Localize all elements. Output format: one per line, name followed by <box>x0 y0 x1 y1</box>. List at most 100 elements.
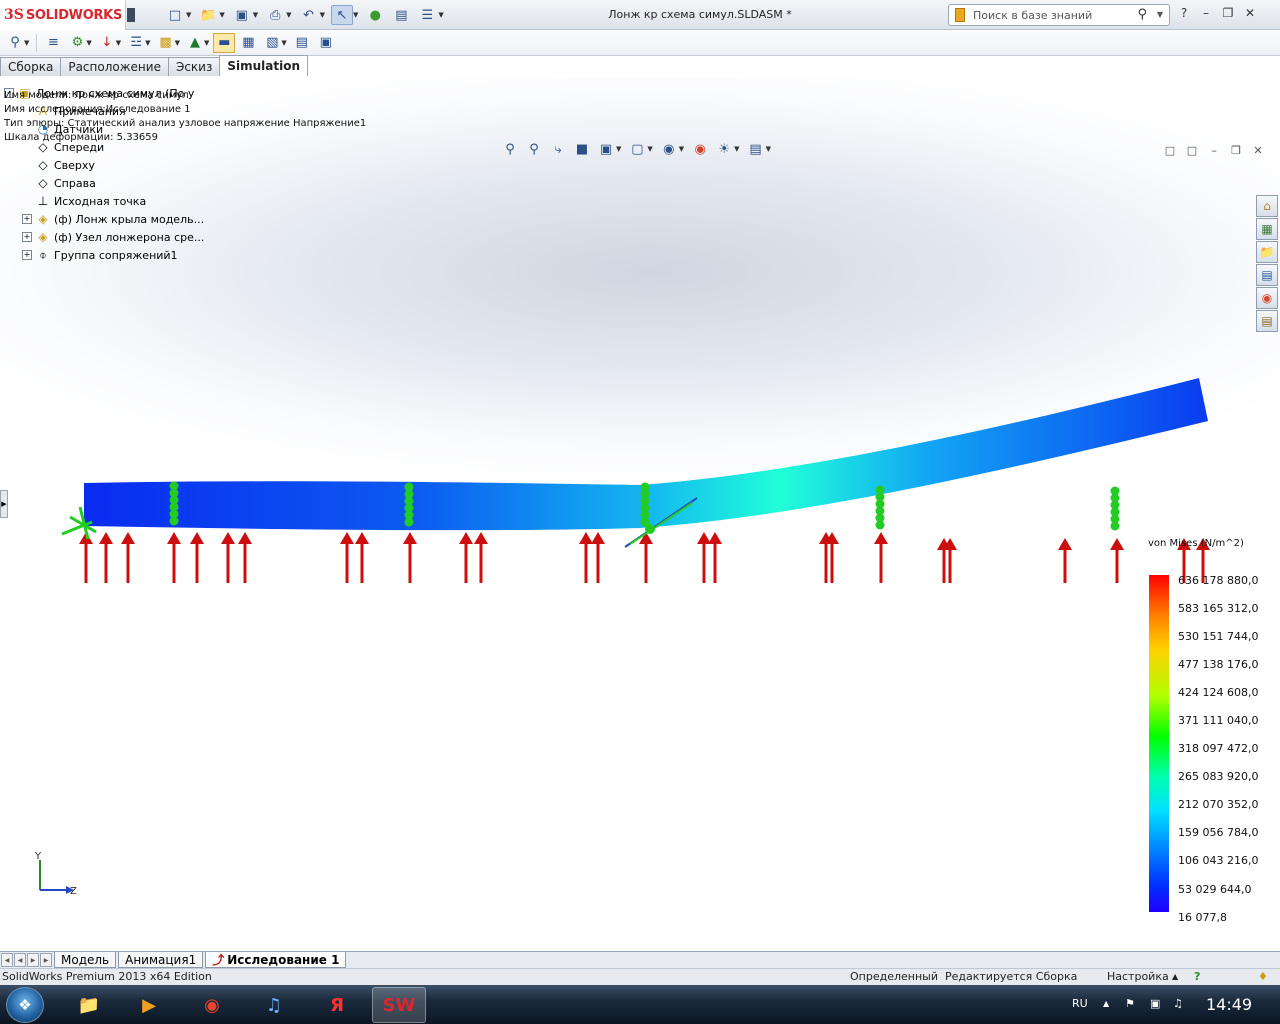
settings-menu[interactable]: Настройка <box>1107 970 1169 983</box>
file-properties-icon[interactable]: ▤ <box>390 5 412 25</box>
clock[interactable]: 14:49 <box>1206 995 1252 1014</box>
product-edition: SolidWorks Premium 2013 x64 Edition <box>2 970 212 983</box>
help-icon[interactable]: ? <box>1176 5 1192 21</box>
tab-model[interactable]: Модель <box>54 952 117 968</box>
legend-tick-label: 16 077,8 <box>1178 910 1227 924</box>
legend-tick-label: 106 043 216,0 <box>1178 854 1259 868</box>
previous-tab-icon[interactable]: ◀ <box>14 953 26 967</box>
tab-animation[interactable]: Анимация1 <box>118 952 204 968</box>
options-icon[interactable]: ☰ <box>416 5 438 25</box>
chevron-down-icon[interactable]: ▼ <box>281 39 286 47</box>
fixtures-advisor-icon[interactable]: ⚙ <box>66 33 88 53</box>
tab-layout[interactable]: Расположение <box>60 57 169 76</box>
compare-results-icon[interactable]: ▦ <box>237 33 259 53</box>
chevron-down-icon[interactable]: ▼ <box>219 5 224 25</box>
help-icon[interactable]: ? <box>1194 970 1200 983</box>
load-arrow <box>579 532 593 583</box>
custom-properties-icon[interactable]: ▤ <box>1256 310 1278 332</box>
chevron-down-icon[interactable]: ▼ <box>253 5 258 25</box>
language-indicator[interactable]: RU <box>1072 997 1088 1010</box>
rebuild-traffic-light-icon[interactable]: ● <box>364 5 386 25</box>
start-button-icon[interactable]: ❖ <box>6 987 44 1023</box>
view-palette-icon[interactable]: ▤ <box>1256 264 1278 286</box>
select-pointer-icon[interactable]: ↖ <box>330 5 353 25</box>
report-icon[interactable]: ▤ <box>291 33 313 53</box>
menu-pin-arrow-icon[interactable] <box>127 8 135 22</box>
tree-item-part-2[interactable]: + ◈ (ф) Узел лонжерона сре... <box>4 228 224 246</box>
appearances-icon[interactable]: ◉ <box>1256 287 1278 309</box>
first-tab-icon[interactable]: ◀ <box>1 953 13 967</box>
legend-ticks: 636 178 880,0 583 165 312,0 530 151 744,0 4… <box>1178 566 1258 931</box>
open-folder-icon[interactable]: 📁 <box>197 5 219 25</box>
tree-item-right-plane[interactable]: ◇ Справа <box>4 174 224 192</box>
knowledge-base-search[interactable]: Поиск в базе знаний ⚲ ▼ <box>948 4 1170 26</box>
new-document-icon[interactable]: □ <box>164 5 186 25</box>
next-tab-icon[interactable]: ▶ <box>27 953 39 967</box>
solidworks-taskbar-icon[interactable]: SW <box>372 987 426 1023</box>
last-tab-icon[interactable]: ▶ <box>40 953 52 967</box>
show-hidden-icons-icon[interactable]: ▲ <box>1103 999 1109 1008</box>
tree-item-mates[interactable]: + ⌽ Группа сопряжений1 <box>4 246 224 264</box>
connections-icon[interactable]: ☲ <box>125 33 147 53</box>
tree-item-label: Группа сопряжений1 <box>54 248 178 262</box>
tab-study[interactable]: ⤴ Исследование 1 <box>205 952 347 968</box>
include-image-icon[interactable]: ▣ <box>315 33 337 53</box>
search-placeholder: Поиск в базе знаний <box>973 8 1093 22</box>
legend-tick-label: 265 083 920,0 <box>1178 770 1259 784</box>
minimize-icon[interactable]: – <box>1198 5 1214 21</box>
results-advisor-icon[interactable]: ▲ <box>184 33 206 53</box>
external-loads-icon[interactable]: ↓ <box>96 33 118 53</box>
windows-taskbar: ❖ 📁 ▶ ◉ ♫ Я SW RU ▲ ⚑ ▣ ♫ 14:49 <box>0 985 1280 1024</box>
expand-icon[interactable]: + <box>22 214 32 224</box>
file-explorer-icon[interactable]: 📁 <box>1256 241 1278 263</box>
tab-assembly[interactable]: Сборка <box>0 57 62 76</box>
media-player-icon[interactable]: ▶ <box>122 987 176 1023</box>
fixture-marker <box>1110 521 1120 531</box>
notification-tag-icon[interactable]: ♦ <box>1258 970 1268 983</box>
chevron-down-icon[interactable]: ▼ <box>24 39 29 47</box>
chevron-up-icon[interactable]: ▲ <box>1172 972 1178 981</box>
tree-item-top-plane[interactable]: ◇ Сверху <box>4 156 224 174</box>
deformed-result-icon[interactable]: ▬ <box>213 32 236 53</box>
chevron-down-icon[interactable]: ▼ <box>353 5 358 25</box>
study-advisor-icon[interactable]: ⚲ <box>4 33 26 53</box>
tree-item-origin[interactable]: ⊥ Исходная точка <box>4 192 224 210</box>
study-name-line: Имя исследования:Исследование 1 <box>4 104 191 115</box>
sound-app-icon[interactable]: ♫ <box>247 987 301 1023</box>
mesh-icon[interactable]: ▩ <box>155 33 177 53</box>
tree-item-part-1[interactable]: + ◈ (ф) Лонж крыла модель... <box>4 210 224 228</box>
close-icon[interactable]: ✕ <box>1242 5 1258 21</box>
chevron-down-icon[interactable]: ▼ <box>438 5 443 25</box>
explorer-icon[interactable]: 📁 <box>62 987 116 1023</box>
home-icon[interactable]: ⌂ <box>1256 195 1278 217</box>
expand-icon[interactable]: + <box>22 250 32 260</box>
search-icon[interactable]: ⚲ <box>1137 7 1147 22</box>
chevron-down-icon[interactable]: ▼ <box>175 39 180 47</box>
print-icon[interactable]: ⎙ <box>264 5 286 25</box>
chevron-down-icon[interactable]: ▼ <box>1157 10 1163 19</box>
chevron-down-icon[interactable]: ▼ <box>286 5 291 25</box>
chevron-down-icon[interactable]: ▼ <box>320 5 325 25</box>
volume-icon[interactable]: ♫ <box>1173 997 1183 1010</box>
chevron-down-icon[interactable]: ▼ <box>145 39 150 47</box>
tab-simulation[interactable]: Simulation <box>219 55 309 76</box>
design-insight-icon[interactable]: ▧ <box>261 33 283 53</box>
undo-icon[interactable]: ↶ <box>298 5 320 25</box>
restore-icon[interactable]: ❐ <box>1220 5 1236 21</box>
chevron-down-icon[interactable]: ▼ <box>86 39 91 47</box>
solidworks-logo[interactable]: 3S SOLIDWORKS <box>0 0 126 30</box>
tab-sketch[interactable]: Эскиз <box>167 57 221 76</box>
chevron-down-icon[interactable]: ▼ <box>204 39 209 47</box>
chrome-icon[interactable]: ◉ <box>185 987 239 1023</box>
yandex-browser-icon[interactable]: Я <box>310 987 364 1023</box>
run-study-icon[interactable]: ≡ <box>42 33 64 53</box>
design-library-icon[interactable]: ▦ <box>1256 218 1278 240</box>
toolbar-separator <box>36 33 38 52</box>
action-center-flag-icon[interactable]: ⚑ <box>1125 997 1135 1010</box>
save-icon[interactable]: ▣ <box>231 5 253 25</box>
chevron-down-icon[interactable]: ▼ <box>186 5 191 25</box>
chevron-down-icon[interactable]: ▼ <box>116 39 121 47</box>
expand-icon[interactable]: + <box>22 232 32 242</box>
network-icon[interactable]: ▣ <box>1150 997 1160 1010</box>
feature-tree-collapse-handle[interactable]: ▶ <box>0 490 8 518</box>
